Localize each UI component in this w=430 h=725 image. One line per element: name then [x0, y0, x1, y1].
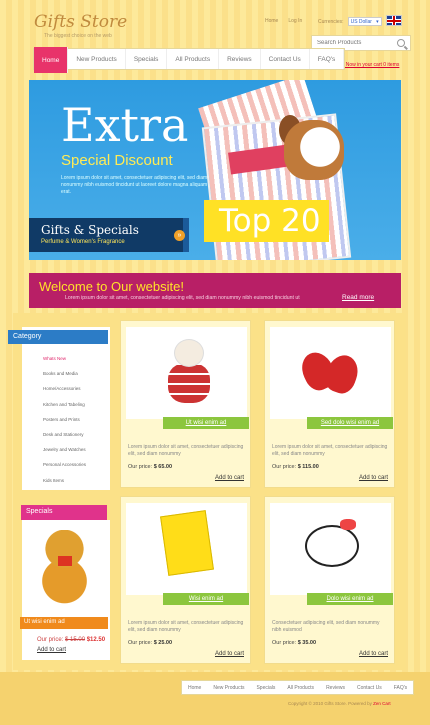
add-to-cart-link[interactable]: Add to cart — [359, 475, 388, 481]
currency-value: US Dollar — [350, 18, 372, 25]
currency-dropdown[interactable]: US Dollar ▾ — [347, 17, 382, 26]
product-desc: Lorem ipsum dolor sit amet, consectetuer… — [128, 444, 244, 457]
footer-link-new-products[interactable]: New Products — [207, 681, 250, 694]
main-nav: Home New Products Specials All Products … — [33, 47, 346, 73]
banner-subtitle: Special Discount — [61, 152, 173, 169]
nav-new-products[interactable]: New Products — [68, 49, 126, 69]
sponge-toy-image — [160, 510, 214, 576]
category-item[interactable]: Books and Media — [43, 371, 86, 386]
copyright: Copyright © 2010 Gifts Store. Powered by… — [288, 701, 391, 706]
top-links: Home Log In — [265, 18, 302, 24]
product-card: Ut wisi enim ad Lorem ipsum dolor sit am… — [120, 320, 251, 488]
category-item[interactable]: Desk and Stationery — [43, 432, 86, 447]
category-item[interactable]: Kitchen and Tabeling — [43, 402, 86, 417]
tagline: The biggest choice on the web — [44, 33, 112, 39]
footer-nav: Home New Products Specials All Products … — [181, 680, 415, 695]
product-image[interactable] — [270, 327, 391, 419]
category-list: Whats New Books and Media Home/Accessori… — [43, 356, 86, 493]
category-item[interactable]: Personal Accessories — [43, 462, 86, 477]
currency-label: Currencies: — [318, 18, 344, 25]
product-price: Our price: $ 25.00 — [128, 640, 173, 646]
read-more-link[interactable]: Read more — [342, 294, 374, 301]
nav-reviews[interactable]: Reviews — [219, 49, 261, 69]
top-link-login[interactable]: Log In — [288, 18, 302, 24]
top20-badge: Top 20 — [204, 200, 329, 242]
product-name[interactable]: Wisi enim ad — [163, 593, 249, 605]
chevron-down-icon: ▾ — [376, 18, 379, 25]
category-header: Category — [8, 330, 108, 344]
new-price: $12.50 — [86, 637, 106, 643]
footer-link-faqs[interactable]: FAQ's — [388, 681, 413, 694]
product-card: Wisi enim ad Lorem ipsum dolor sit amet,… — [120, 496, 251, 664]
specials-box: Ut wisi enim ad Our price: $ 15.00 $12.5… — [20, 520, 110, 660]
add-to-cart-link[interactable]: Add to cart — [359, 651, 388, 657]
search-input[interactable] — [317, 40, 397, 46]
product-desc: Consectetuer adipiscing elit, sed diam n… — [272, 620, 380, 633]
arrow-right-icon[interactable]: » — [174, 230, 185, 241]
footer-link-all-products[interactable]: All Products — [281, 681, 320, 694]
old-price: $ 15.00 — [65, 637, 86, 643]
zen-cart-link[interactable]: Zen Cart — [373, 701, 391, 706]
footer-link-home[interactable]: Home — [182, 681, 207, 694]
logo[interactable]: Gifts Store — [34, 12, 127, 32]
product-image[interactable] — [270, 503, 391, 595]
nav-specials[interactable]: Specials — [126, 49, 168, 69]
search-icon[interactable] — [397, 39, 405, 47]
product-card: Dolo wisi enim ad Consectetuer adipiscin… — [264, 496, 395, 664]
special-product-name[interactable]: Ut wisi enim ad — [20, 617, 108, 629]
welcome-title: Welcome to Our website! — [39, 279, 184, 294]
currency-selector: Currencies: US Dollar ▾ — [318, 17, 382, 26]
nav-home[interactable]: Home — [34, 47, 69, 73]
welcome-block: Welcome to Our website! Lorem ipsum dolo… — [29, 273, 401, 308]
product-price: Our price: $ 35.00 — [272, 640, 317, 646]
gifts-specials-strip[interactable]: Gifts & Specials Perfume & Women's Fragr… — [29, 218, 189, 252]
teddy-bear-image[interactable] — [37, 530, 92, 605]
nav-all-products[interactable]: All Products — [167, 49, 220, 69]
footer-link-contact-us[interactable]: Contact Us — [351, 681, 388, 694]
welcome-text: Lorem ipsum dolor sit amet, consectetuer… — [65, 295, 300, 301]
product-name[interactable]: Sed dolo wisi enim ad — [307, 417, 393, 429]
banner-title: Extra — [61, 98, 189, 152]
specials-header: Specials — [21, 505, 107, 520]
bow-image — [58, 556, 72, 566]
add-to-cart-link[interactable]: Add to cart — [215, 475, 244, 481]
banner-text: Lorem ipsum dolor sit amet, consectetuer… — [61, 175, 208, 195]
strip-title: Gifts & Specials — [41, 223, 139, 237]
category-item[interactable]: Kids Items — [43, 478, 86, 493]
category-item[interactable]: Posters and Prints — [43, 417, 86, 432]
uk-flag-icon[interactable] — [386, 15, 402, 26]
product-image[interactable] — [126, 503, 247, 595]
puppy-image — [284, 120, 344, 180]
hello-kitty-image — [305, 525, 359, 567]
nav-contact-us[interactable]: Contact Us — [261, 49, 310, 69]
product-name[interactable]: Ut wisi enim ad — [163, 417, 249, 429]
product-name[interactable]: Dolo wisi enim ad — [307, 593, 393, 605]
top-link-home[interactable]: Home — [265, 18, 278, 24]
category-item[interactable]: Jewelry and Watches — [43, 447, 86, 462]
special-price: Our price: $ 15.00 $12.50 — [37, 637, 105, 643]
teddy-bear-image — [168, 339, 210, 409]
kitty-bow-image — [340, 519, 356, 530]
product-price: Our price: $ 115.00 — [272, 464, 319, 470]
product-image[interactable] — [126, 327, 247, 419]
category-item[interactable]: Home/Accessories — [43, 386, 86, 401]
category-item[interactable]: Whats New — [43, 356, 86, 371]
footer-link-specials[interactable]: Specials — [250, 681, 281, 694]
add-to-cart-link[interactable]: Add to cart — [215, 651, 244, 657]
product-price: Our price: $ 65.00 — [128, 464, 173, 470]
product-card: Sed dolo wisi enim ad Lorem ipsum dolor … — [264, 320, 395, 488]
product-desc: Lorem ipsum dolor sit amet, consectetuer… — [128, 620, 244, 633]
price-label: Our price: — [37, 637, 64, 643]
nav-faqs[interactable]: FAQ's — [310, 49, 345, 69]
promo-banner[interactable]: Extra Special Discount Lorem ipsum dolor… — [29, 80, 401, 260]
product-desc: Lorem ipsum dolor sit amet, consectetuer… — [272, 444, 388, 457]
strip-subtitle: Perfume & Women's Fragrance — [41, 239, 125, 245]
footer-link-reviews[interactable]: Reviews — [320, 681, 351, 694]
add-to-cart-link[interactable]: Add to cart — [37, 647, 66, 653]
